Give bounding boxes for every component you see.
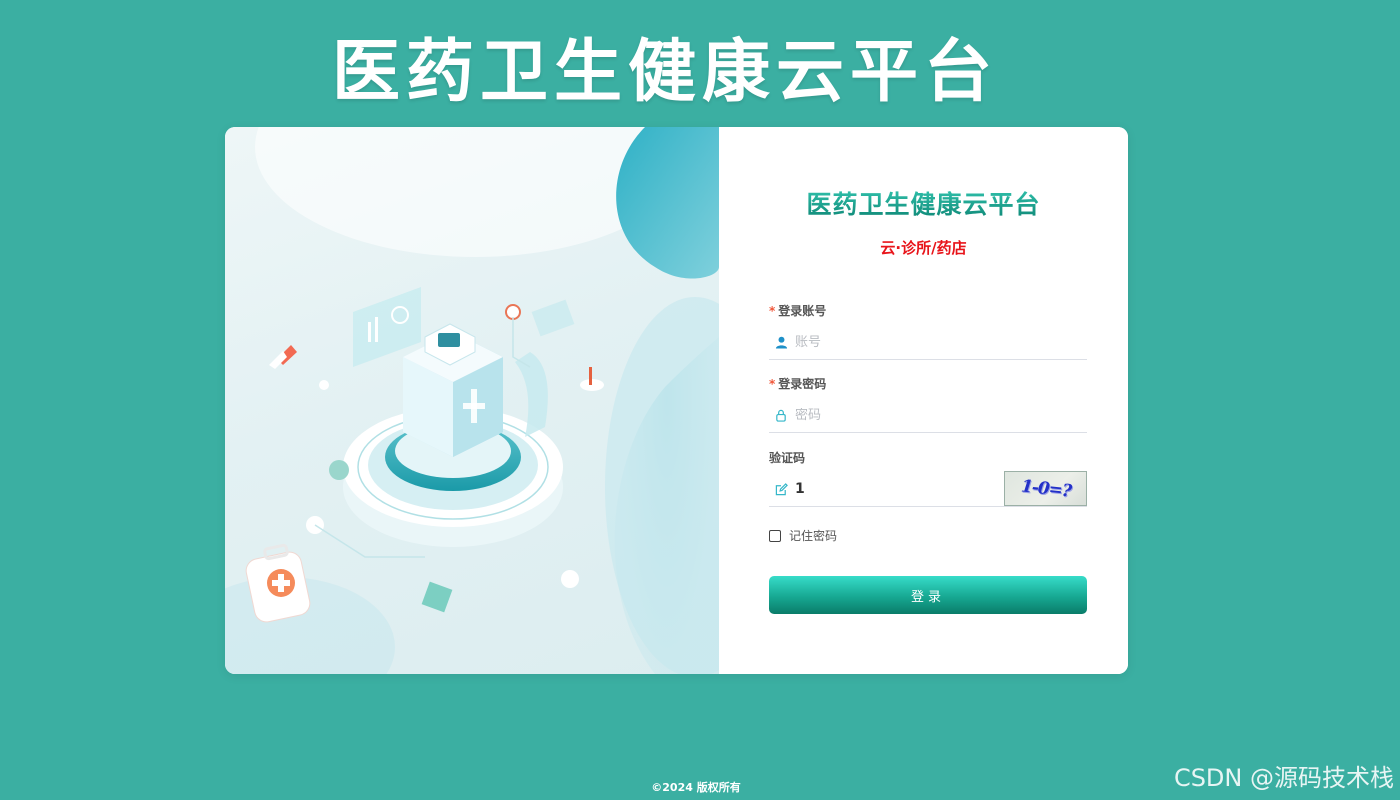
- captcha-text: 1-0=?: [1019, 475, 1072, 502]
- login-form: 医药卫生健康云平台 云·诊所/药店 *登录账号 *登录密码: [719, 127, 1128, 674]
- password-field[interactable]: [769, 398, 1087, 433]
- captcha-image[interactable]: 1-0=?: [1004, 471, 1087, 506]
- login-card: 医药卫生健康云平台 云·诊所/药店 *登录账号 *登录密码: [225, 127, 1128, 674]
- page-title: 医药卫生健康云平台: [331, 33, 998, 112]
- password-label-text: 登录密码: [778, 377, 827, 391]
- captcha-input[interactable]: [793, 481, 995, 497]
- medical-illustration: [225, 127, 719, 674]
- account-label-text: 登录账号: [778, 304, 827, 318]
- password-label: * 登录密码: [769, 375, 826, 392]
- illustration-graphic: [225, 127, 719, 674]
- account-label: * 登录账号: [769, 302, 826, 319]
- remember-label: 记住密码: [789, 529, 838, 543]
- form-title: 医药卫生健康云平台: [719, 185, 1128, 221]
- edit-icon: [769, 482, 793, 496]
- captcha-label: 验证码: [769, 451, 806, 465]
- captcha-field[interactable]: 1-0=?: [769, 471, 1087, 507]
- remember-checkbox[interactable]: [769, 529, 781, 542]
- watermark: CSDN @源码技术栈: [1173, 764, 1394, 792]
- login-page: 医药卫生健康云平台 医药卫生健康云平台 云·诊所/药店 * 登录账号 账号 * …: [0, 0, 1400, 800]
- password-input[interactable]: [793, 407, 995, 423]
- user-icon: [769, 336, 793, 349]
- lock-icon: [769, 409, 793, 422]
- remember-password[interactable]: 记住密码: [769, 527, 837, 544]
- form-subtitle: 云·诊所/药店: [880, 239, 967, 257]
- account-field[interactable]: [769, 325, 1087, 360]
- login-button[interactable]: 登录: [769, 576, 1087, 614]
- required-mark: *: [769, 304, 776, 318]
- required-mark: *: [769, 377, 776, 391]
- account-input[interactable]: [793, 334, 995, 350]
